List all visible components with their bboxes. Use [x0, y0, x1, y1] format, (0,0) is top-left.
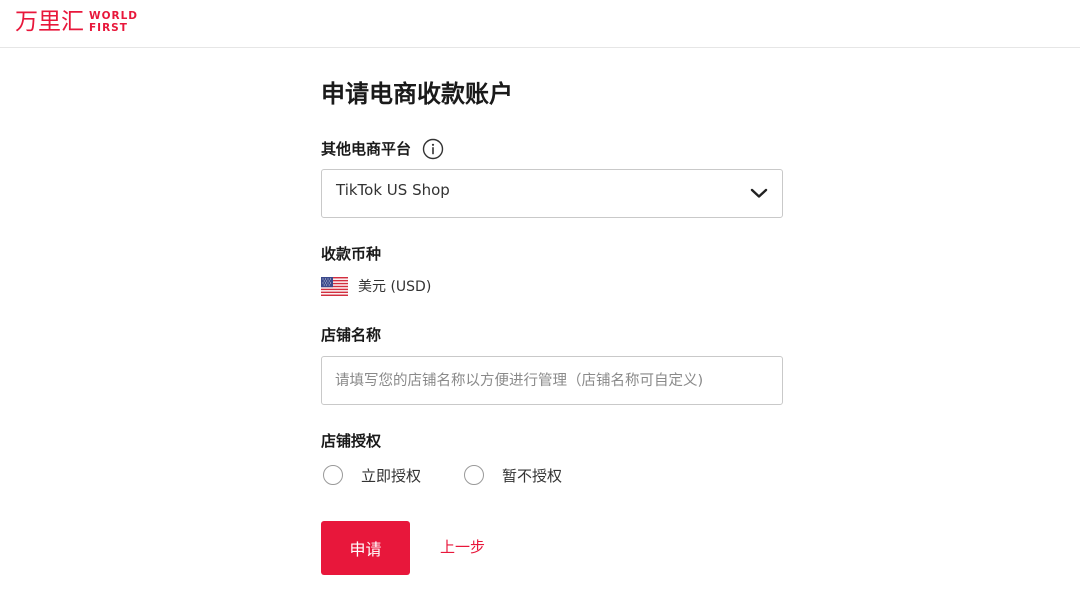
currency-display: 美元 (USD) [321, 275, 431, 297]
store-authorization-label: 店铺授权 [321, 432, 382, 450]
info-icon[interactable] [422, 138, 444, 160]
submit-button[interactable]: 申请 [321, 521, 410, 575]
logo-english-line2: FIRST [89, 22, 128, 34]
logo-english-text: WORLD FIRST [89, 10, 138, 34]
radio-button[interactable] [464, 465, 484, 485]
chevron-down-icon[interactable] [750, 187, 768, 199]
platform-label: 其他电商平台 [321, 140, 412, 158]
currency-label: 收款币种 [321, 245, 382, 263]
top-header: 万里汇 WORLD FIRST [0, 0, 1080, 48]
logo-english-line1: WORLD [89, 10, 138, 22]
radio-authorize-now[interactable]: 立即授权 [323, 463, 421, 487]
store-name-input[interactable] [321, 356, 783, 405]
page-title: 申请电商收款账户 [321, 80, 513, 108]
radio-authorize-now-label[interactable]: 立即授权 [361, 465, 421, 486]
radio-button[interactable] [323, 465, 343, 485]
worldfirst-logo[interactable]: 万里汇 WORLD FIRST [15, 8, 138, 36]
radio-authorize-later-label[interactable]: 暂不授权 [502, 465, 562, 486]
store-name-label: 店铺名称 [321, 326, 382, 344]
logo-chinese-text: 万里汇 [15, 9, 84, 35]
platform-select[interactable]: TikTok US Shop [321, 169, 783, 218]
currency-value: 美元 (USD) [358, 279, 432, 295]
platform-selected-value: TikTok US Shop [336, 181, 450, 199]
back-link[interactable]: 上一步 [440, 536, 485, 557]
us-flag-icon [321, 276, 348, 296]
radio-authorize-later[interactable]: 暂不授权 [464, 463, 562, 487]
